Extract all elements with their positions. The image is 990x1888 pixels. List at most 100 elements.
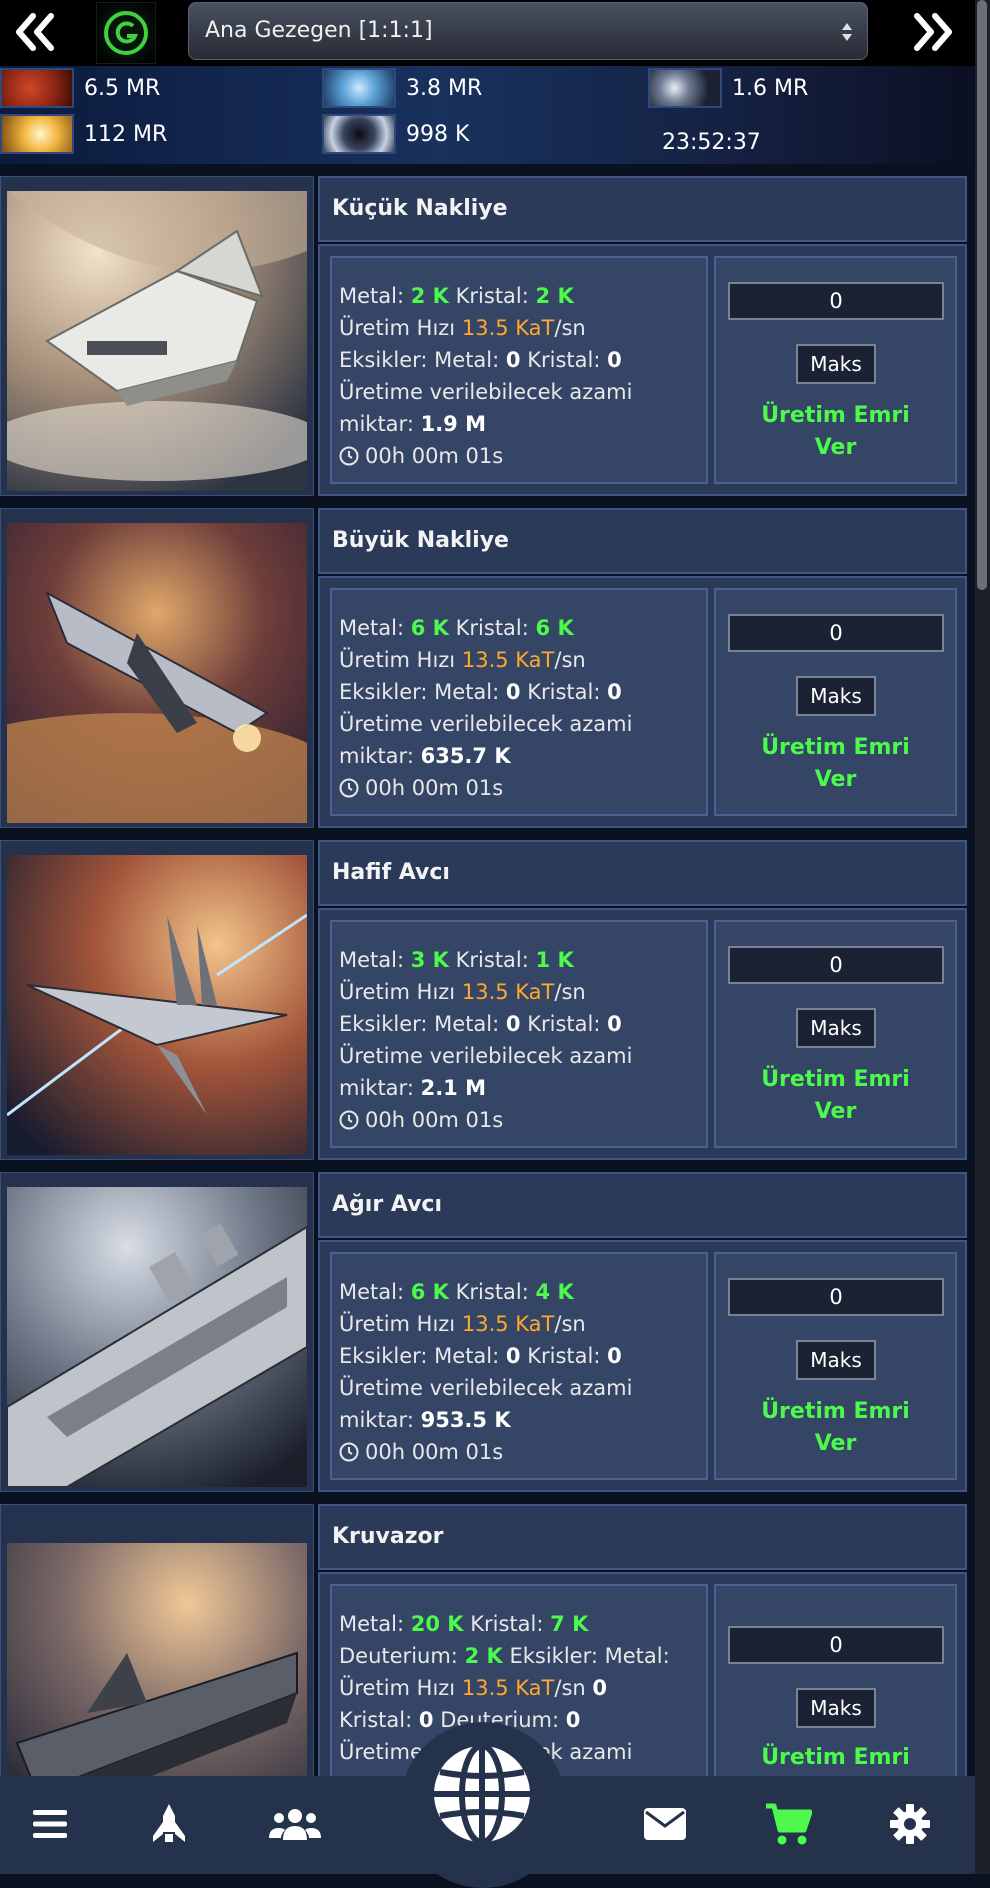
max-button[interactable]: Maks (796, 676, 876, 716)
speed-unit: /sn (554, 316, 586, 340)
order-button[interactable]: Üretim Emri Ver (716, 1396, 955, 1460)
quantity-input[interactable]: 0 (728, 1278, 944, 1316)
missing-crystal: 0 (607, 680, 622, 704)
clock-icon (339, 1110, 359, 1130)
ship-name: Ağır Avcı (332, 1192, 442, 1217)
fleet-icon (153, 1804, 185, 1842)
metal-label: Metal: (339, 284, 405, 308)
speed-unit: /sn (554, 1676, 586, 1700)
previous-planet-button[interactable] (0, 2, 70, 62)
nav-shop-button[interactable] (758, 1794, 818, 1854)
max-button[interactable]: Maks (796, 1008, 876, 1048)
missing-crystal: 0 (607, 1012, 622, 1036)
next-planet-button[interactable] (898, 2, 968, 62)
order-button[interactable]: Üretim Emri Ver (716, 1064, 955, 1128)
quantity-input[interactable]: 0 (728, 946, 944, 984)
missing-label: Eksikler: (339, 1012, 428, 1036)
speed-unit: /sn (554, 980, 586, 1004)
ship-card: Küçük Nakliye Metal: 2 K Kristal: 2 K Ür… (0, 174, 975, 496)
ship-title-bar: Kruvazor (318, 1504, 967, 1570)
crystal-label: Kristal: (455, 616, 529, 640)
ship-image[interactable] (0, 1504, 314, 1812)
missing-metal: 0 (505, 680, 521, 704)
metal-cost: 20 K (410, 1612, 464, 1636)
messages-icon (644, 1808, 686, 1840)
order-label-line1: Üretim Emri (761, 403, 910, 428)
nav-messages-button[interactable] (635, 1794, 695, 1854)
order-button[interactable]: Üretim Emri Ver (716, 400, 955, 464)
build-time: 00h 00m 01s (365, 776, 504, 800)
missing-metal-label: Metal: (434, 348, 500, 372)
order-label-line2: Ver (814, 1099, 857, 1124)
metal-label: Metal: (339, 616, 405, 640)
clock-icon (339, 1442, 359, 1462)
nav-menu-button[interactable] (20, 1794, 80, 1854)
nav-alliance-button[interactable] (265, 1794, 325, 1854)
order-button[interactable]: Üretim Emri Ver (716, 732, 955, 796)
quantity-input[interactable]: 0 (728, 1626, 944, 1664)
galaxy-globe-icon (434, 1743, 530, 1845)
nav-fleet-button[interactable] (139, 1794, 199, 1854)
ship-image[interactable] (0, 176, 314, 496)
amount-label: miktar: (339, 1408, 414, 1432)
crystal-cost: 6 K (535, 616, 574, 640)
max-prod-label: Üretime verilebilecek azami (339, 1044, 633, 1068)
quantity-input[interactable]: 0 (728, 282, 944, 320)
amount-label: miktar: (339, 1076, 414, 1100)
energy-value: 112 MR (84, 121, 168, 147)
speed-unit: /sn (554, 1312, 586, 1336)
order-label-line1: Üretim Emri (761, 1745, 910, 1770)
max-button[interactable]: Maks (796, 1340, 876, 1380)
resource-dark-matter: 998 K (322, 114, 469, 154)
ship-title-bar: Küçük Nakliye (318, 176, 967, 242)
ship-image[interactable] (0, 1172, 314, 1492)
scrollbar-thumb[interactable] (977, 0, 987, 590)
nav-settings-button[interactable] (880, 1794, 940, 1854)
missing-label: Eksikler: (339, 348, 428, 372)
missing-metal: 0 (592, 1676, 608, 1700)
order-button[interactable]: Üretim Emri (716, 1742, 955, 1774)
ship-image[interactable] (0, 508, 314, 828)
ship-image[interactable] (0, 840, 314, 1160)
ship-detail-panel: Metal: 3 K Kristal: 1 K Üretim Hızı 13.5… (318, 908, 967, 1160)
max-button[interactable]: Maks (796, 344, 876, 384)
missing-label: Eksikler: (339, 680, 428, 704)
resource-energy: 112 MR (0, 114, 167, 154)
max-button[interactable]: Maks (796, 1688, 876, 1728)
ship-order-actions: 0 Maks Üretim Emri Ver (714, 256, 957, 484)
resource-crystal: 3.8 MR (322, 68, 482, 108)
server-clock: 23:52:37 (662, 130, 761, 155)
ship-cost-info: Metal: 2 K Kristal: 2 K Üretim Hızı 13.5… (330, 256, 708, 484)
crystal-label: Kristal: (470, 1612, 544, 1636)
crystal-value: 3.8 MR (406, 75, 483, 101)
deuterium-cost: 2 K (464, 1644, 503, 1668)
ship-cost-info: Metal: 6 K Kristal: 4 K Üretim Hızı 13.5… (330, 1252, 708, 1480)
quantity-input[interactable]: 0 (728, 614, 944, 652)
resource-deuterium: 1.6 MR (648, 68, 808, 108)
order-label-line2: Ver (814, 1431, 857, 1456)
nav-galaxy-button[interactable] (430, 1742, 534, 1846)
menu-icon (33, 1810, 67, 1838)
production-speed: 13.5 KaT (461, 1676, 555, 1700)
ship-name: Hafif Avcı (332, 860, 450, 885)
max-prod-label: Üretime verilebilecek azami (339, 380, 633, 404)
max-prod-label: Üretime verilebilecek azami (339, 1376, 633, 1400)
planet-select[interactable]: Ana Gezegen [1:1:1] (188, 2, 868, 60)
order-label-line1: Üretim Emri (761, 1399, 910, 1424)
planet-thumbnail[interactable] (96, 2, 156, 64)
crystal-icon (322, 68, 396, 108)
order-label-line2: Ver (814, 435, 857, 460)
planet-logo-icon (104, 11, 148, 55)
ship-detail-panel: Metal: 6 K Kristal: 4 K Üretim Hızı 13.5… (318, 1240, 967, 1492)
dark-matter-icon (322, 114, 396, 154)
double-chevron-right-icon (914, 13, 952, 51)
settings-icon (890, 1804, 930, 1844)
metal-cost: 6 K (410, 1280, 449, 1304)
speed-label: Üretim Hızı (339, 316, 456, 340)
ship-title-bar: Ağır Avcı (318, 1172, 967, 1238)
metal-cost: 2 K (410, 284, 449, 308)
select-arrows-icon (842, 23, 852, 41)
deuterium-icon (648, 68, 722, 108)
ship-illustration (7, 855, 307, 1155)
missing-metal: 0 (505, 1012, 521, 1036)
